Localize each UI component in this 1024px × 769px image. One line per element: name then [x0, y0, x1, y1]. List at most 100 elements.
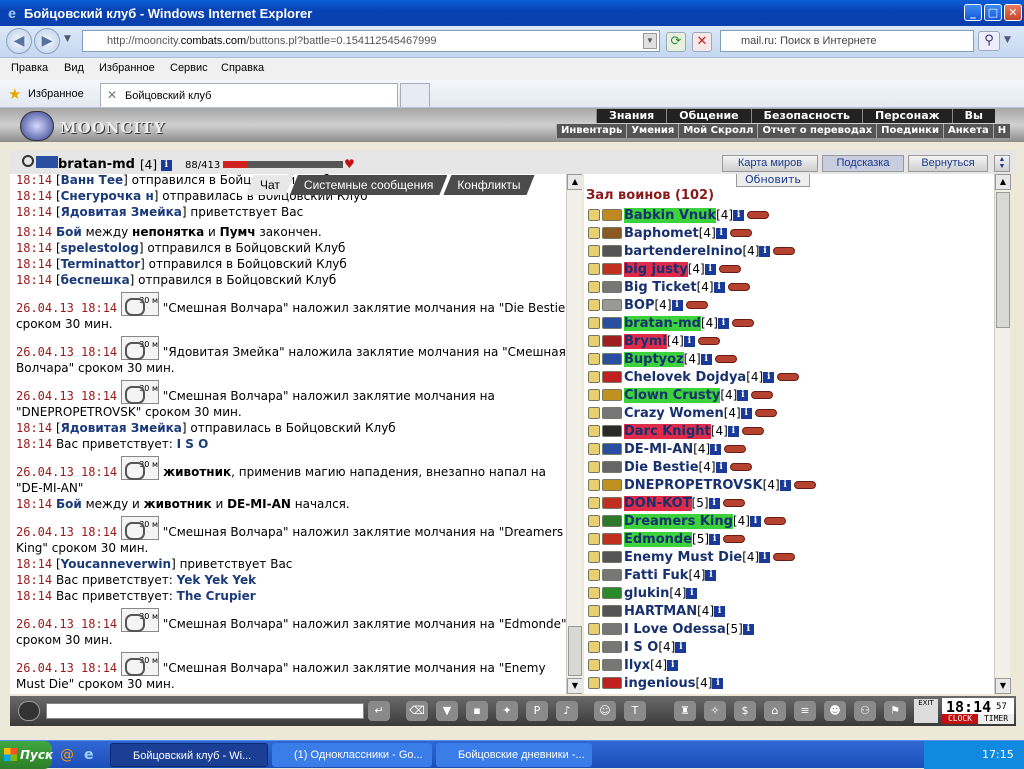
player-name[interactable]: Brymi: [624, 333, 667, 349]
game-logo[interactable]: MOONCITY: [18, 111, 164, 141]
private-message-icon[interactable]: [588, 353, 600, 365]
tab-chat[interactable]: Чат: [246, 175, 294, 195]
info-icon[interactable]: i: [160, 160, 172, 171]
browser-tab-active[interactable]: ✕ Бойцовский клуб: [100, 83, 398, 107]
private-message-icon[interactable]: [588, 659, 600, 671]
clan-emblem-icon[interactable]: [602, 497, 622, 509]
favorites-button[interactable]: Избранное: [28, 88, 84, 100]
chat-bold-name[interactable]: животник: [159, 465, 231, 479]
player-name[interactable]: DON-KOT: [624, 495, 692, 511]
player-name[interactable]: Edmonde: [624, 531, 693, 547]
private-icon[interactable]: P: [526, 701, 548, 721]
clan-emblem-icon[interactable]: [602, 263, 622, 275]
search-icon[interactable]: ⚲: [978, 31, 1000, 51]
player-name[interactable]: DNEPROPETROVSK: [624, 478, 763, 493]
chat-timestamp[interactable]: 18:14: [16, 174, 52, 187]
player-name[interactable]: DE-MI-AN: [624, 442, 693, 457]
chat-nick[interactable]: Terminattor: [61, 257, 141, 271]
info-icon[interactable]: i: [708, 497, 720, 509]
flag-icon[interactable]: ⚑: [884, 701, 906, 721]
info-icon[interactable]: i: [742, 623, 754, 635]
player-name[interactable]: Dreamers King: [624, 513, 733, 529]
room-scrollbar[interactable]: ▲ ▼: [994, 174, 1011, 694]
info-icon[interactable]: i: [714, 605, 726, 617]
chat-nick[interactable]: Youcanneverwin: [61, 557, 171, 571]
info-icon[interactable]: i: [737, 389, 749, 401]
smiley-icon[interactable]: ☺: [594, 701, 616, 721]
exit-button[interactable]: EXIT: [914, 699, 938, 723]
player-name[interactable]: Fatti Fuk: [624, 568, 688, 583]
magic-icon[interactable]: ✧: [704, 701, 726, 721]
refresh-button[interactable]: Обновить: [736, 174, 810, 187]
nav-knowledge[interactable]: Знания: [596, 109, 666, 123]
clan-emblem-icon[interactable]: [602, 227, 622, 239]
player-name[interactable]: Enemy Must Die: [624, 550, 742, 565]
frame-resize-icon[interactable]: ▲ ▼: [994, 155, 1010, 172]
chat-pane[interactable]: 18:14 [Ванн Тее] отправился в Бойцовский…: [10, 174, 582, 694]
clan-emblem-icon[interactable]: [602, 407, 622, 419]
chat-bold-name[interactable]: непонятка: [132, 225, 204, 239]
clan-emblem-icon[interactable]: [602, 209, 622, 221]
bag-icon[interactable]: ♜: [674, 701, 696, 721]
info-icon[interactable]: i: [740, 407, 752, 419]
world-map-button[interactable]: Карта миров: [722, 155, 818, 172]
nav-more[interactable]: Н: [992, 124, 1010, 138]
private-message-icon[interactable]: [588, 209, 600, 221]
nav-exit[interactable]: Вы: [951, 109, 995, 123]
nav-skills[interactable]: Умения: [626, 124, 678, 138]
sound-icon[interactable]: ♪: [556, 701, 578, 721]
chat-timestamp[interactable]: 18:14: [16, 241, 52, 255]
player-name[interactable]: glukin: [624, 586, 669, 601]
address-input[interactable]: http://mooncity.combats.com/buttons.pl?b…: [82, 30, 660, 52]
chat-nick[interactable]: беспешка: [61, 273, 130, 287]
shop-icon[interactable]: ⌂: [764, 701, 786, 721]
info-icon[interactable]: i: [715, 227, 727, 239]
chat-nick[interactable]: Снегурочка н: [61, 189, 154, 203]
info-icon[interactable]: i: [675, 641, 687, 653]
private-message-icon[interactable]: [588, 407, 600, 419]
info-icon[interactable]: i: [717, 317, 729, 329]
private-message-icon[interactable]: [588, 443, 600, 455]
stop-icon[interactable]: ✕: [692, 32, 712, 52]
clan-emblem-icon[interactable]: [602, 443, 622, 455]
chat-timestamp[interactable]: 18:14: [16, 497, 52, 511]
chat-timestamp[interactable]: 26.04.13 18:14: [16, 389, 117, 403]
party-icon[interactable]: ⚇: [854, 701, 876, 721]
address-dropdown-icon[interactable]: ▼: [643, 33, 657, 49]
nav-character[interactable]: Персонаж: [862, 109, 952, 123]
private-message-icon[interactable]: [588, 641, 600, 653]
history-dropdown-icon[interactable]: ▼: [64, 34, 71, 44]
nav-scroll[interactable]: Мой Скролл: [678, 124, 757, 138]
player-name[interactable]: Die Bestie: [624, 460, 699, 475]
chat-timestamp[interactable]: 18:14: [16, 437, 52, 451]
player-name[interactable]: Chelovek Dojdya: [624, 370, 746, 385]
private-message-icon[interactable]: [588, 587, 600, 599]
info-icon[interactable]: i: [749, 515, 761, 527]
info-icon[interactable]: i: [759, 551, 771, 563]
private-message-icon[interactable]: [588, 551, 600, 563]
clan-emblem-icon[interactable]: [602, 425, 622, 437]
player-name[interactable]: ingenious: [624, 676, 695, 691]
info-icon[interactable]: i: [683, 335, 695, 347]
forward-button[interactable]: ▶: [34, 28, 60, 54]
player-name[interactable]: Crazy Women: [624, 406, 724, 421]
info-icon[interactable]: i: [704, 263, 716, 275]
private-message-icon[interactable]: [588, 497, 600, 509]
private-message-icon[interactable]: [588, 623, 600, 635]
mail-icon[interactable]: @: [60, 747, 74, 763]
chat-nick[interactable]: Ядовитая Змейка: [61, 421, 182, 435]
chat-timestamp[interactable]: 26.04.13 18:14: [16, 525, 117, 539]
chat-nick[interactable]: The Crupier: [177, 589, 256, 603]
chat-bold-name[interactable]: животник: [144, 497, 212, 511]
task-diaries[interactable]: Бойцовские дневники -...: [436, 743, 592, 767]
clan-emblem-icon[interactable]: [602, 677, 622, 689]
private-message-icon[interactable]: [588, 371, 600, 383]
info-icon[interactable]: i: [727, 425, 739, 437]
info-icon[interactable]: i: [686, 587, 698, 599]
chat-timestamp[interactable]: 18:14: [16, 573, 52, 587]
chat-timestamp[interactable]: 26.04.13 18:14: [16, 465, 117, 479]
tab-system-messages[interactable]: Системные сообщения: [290, 175, 448, 195]
player-name[interactable]: bartenderelnino: [624, 244, 742, 259]
close-button[interactable]: ✕: [1004, 4, 1022, 21]
clan-emblem-icon[interactable]: [602, 479, 622, 491]
